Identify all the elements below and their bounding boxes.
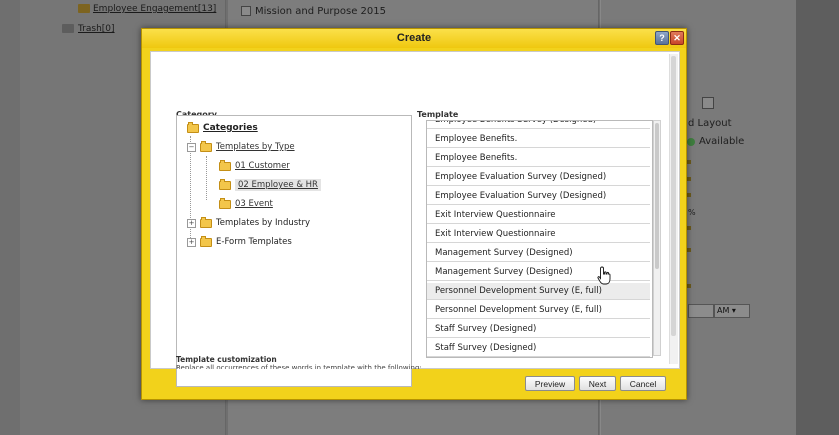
create-dialog: Create ? ✕ Category Template Categories … [141, 28, 687, 400]
template-item[interactable]: Management Survey (Designed) [427, 264, 650, 281]
background-marker [687, 177, 691, 181]
folder-icon [219, 178, 231, 190]
tree-label: E-Form Templates [216, 237, 292, 247]
next-button[interactable]: Next [579, 376, 616, 391]
folder-icon [200, 140, 212, 152]
preview-button[interactable]: Preview [525, 376, 575, 391]
tree-node-eform-templates[interactable]: + E-Form Templates [187, 235, 292, 249]
background-layout-label: d Layout [688, 118, 732, 129]
tree-label: 01 Customer [235, 161, 290, 171]
folder-icon [200, 216, 212, 228]
tree-node-templates-by-industry[interactable]: + Templates by Industry [187, 216, 310, 230]
close-icon[interactable]: ✕ [670, 31, 684, 45]
background-trash-link[interactable]: Trash[0] [78, 24, 115, 34]
tree-node-01-customer[interactable]: 01 Customer [219, 159, 290, 173]
tree-node-templates-by-type[interactable]: − Templates by Type [187, 140, 295, 154]
folder-icon [187, 121, 199, 133]
background-item-title[interactable]: Mission and Purpose 2015 [255, 6, 386, 17]
tree-label: Templates by Industry [216, 218, 311, 228]
template-item-hovered[interactable]: Personnel Development Survey (E, full) [427, 283, 650, 300]
folder-icon [219, 197, 231, 209]
template-item[interactable]: Employee Evaluation Survey (Designed) [427, 169, 650, 186]
background-percent: % [688, 208, 696, 217]
background-marker [687, 226, 691, 230]
background-marker [687, 193, 691, 197]
background-ampm-select[interactable]: AM ▾ [714, 304, 750, 318]
tree-guide-line [206, 156, 207, 200]
template-item[interactable]: Exit Interview Questionnaire [427, 207, 650, 224]
template-item[interactable]: Employee Benefits Survey (Designed) [427, 121, 650, 129]
dialog-titlebar[interactable]: Create ? ✕ [142, 29, 686, 48]
template-item[interactable]: Employee Benefits. [427, 150, 650, 167]
template-list: Employee Benefits Survey (Designed) Empl… [426, 120, 653, 358]
status-dot-icon [687, 138, 695, 146]
expand-icon[interactable]: + [187, 237, 196, 247]
template-item[interactable]: Employee Benefits. [427, 131, 650, 148]
cancel-button[interactable]: Cancel [620, 376, 666, 391]
folder-icon [219, 159, 231, 171]
scrollbar-thumb[interactable] [655, 123, 659, 269]
tree-node-02-employee-hr[interactable]: 02 Employee & HR [219, 178, 321, 192]
background-hour-select[interactable] [688, 304, 714, 318]
dialog-scrollbar[interactable] [669, 54, 678, 364]
background-marker [687, 284, 691, 288]
background-marker [687, 248, 691, 252]
tree-label: 03 Event [235, 199, 273, 209]
help-icon[interactable]: ? [655, 31, 669, 45]
folder-icon [78, 4, 90, 13]
trash-icon [62, 24, 74, 33]
background-item-checkbox[interactable] [241, 6, 251, 16]
dialog-content: Category Template Categories − Templates… [150, 51, 680, 387]
template-item[interactable]: Staff Survey (Designed) [427, 340, 650, 357]
template-item[interactable]: Employee Evaluation Survey (Designed) [427, 188, 650, 205]
hand-cursor-icon [597, 266, 611, 285]
template-list-scrollbar[interactable] [653, 120, 661, 356]
layout-icon[interactable] [702, 97, 714, 109]
template-label: Template [417, 110, 459, 119]
customization-label: Template customization [176, 355, 277, 364]
template-item[interactable]: Management Survey (Designed) [427, 245, 650, 262]
category-tree: Categories − Templates by Type 01 Custom… [176, 115, 412, 387]
dialog-title: Create [396, 32, 432, 44]
tree-node-03-event[interactable]: 03 Event [219, 197, 273, 211]
background-marker [687, 160, 691, 164]
tree-label: Templates by Type [216, 142, 295, 152]
collapse-icon[interactable]: − [187, 142, 196, 152]
tree-label: Categories [203, 123, 258, 133]
customization-hint: Replace all occurrences of these words i… [176, 364, 422, 369]
template-item[interactable]: Staff Survey (Designed) [427, 321, 650, 338]
folder-icon [200, 235, 212, 247]
tree-label-selected: 02 Employee & HR [235, 179, 321, 191]
background-folder-employee-engagement[interactable]: Employee Engagement[13] [93, 4, 216, 14]
template-item[interactable]: Personnel Development Survey (E, full) [427, 302, 650, 319]
scrollbar-thumb[interactable] [671, 56, 676, 336]
tree-node-categories[interactable]: Categories [187, 121, 258, 135]
template-item[interactable]: Exit Interview Questionnaire [427, 226, 650, 243]
expand-icon[interactable]: + [187, 218, 196, 228]
background-status-available: Available [699, 136, 745, 147]
background-edge [796, 0, 839, 435]
